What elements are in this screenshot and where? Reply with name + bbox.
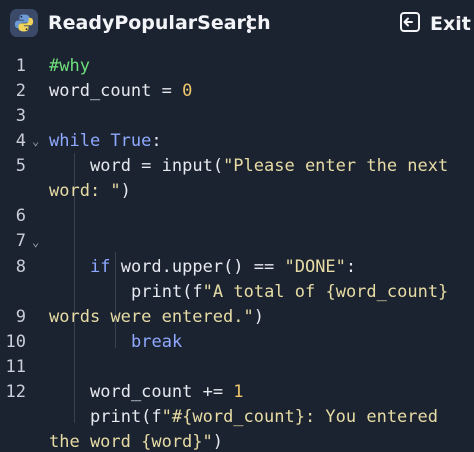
code-text: ): [212, 432, 224, 452]
string-literal: the word {word}": [49, 432, 213, 452]
string-literal: "#{word_count}: You entered: [161, 407, 438, 427]
code-line-4: while True:: [49, 131, 162, 151]
line-number: 4: [15, 131, 26, 151]
number-literal: 1: [233, 382, 244, 402]
kebab-menu-icon[interactable]: [241, 12, 257, 36]
code-line-12: print(f"#{word_count}: You entered: [90, 407, 438, 427]
line-number: 2: [15, 81, 26, 101]
code-line-1: #why: [49, 56, 90, 76]
code-line-7: if word.upper() == "DONE":: [90, 257, 356, 277]
keyword-text: break: [131, 332, 183, 352]
code-text: :: [345, 257, 357, 277]
code-line-8-wrap: words were entered."): [49, 307, 264, 327]
line-number: 11: [5, 357, 26, 377]
fold-chevron-icon[interactable]: ⌄: [32, 134, 39, 148]
code-line-9: break: [131, 332, 182, 352]
code-line-11: word_count += 1: [90, 382, 244, 402]
python-logo-icon[interactable]: [10, 9, 38, 37]
code-text: ): [253, 307, 264, 327]
string-literal: "Please enter the next: [223, 156, 449, 176]
code-line-2: word_count = 0: [49, 81, 192, 101]
exit-icon: [398, 10, 422, 38]
code-line-12-wrap: the word {word}"): [49, 432, 223, 452]
exit-button[interactable]: Exit: [398, 10, 471, 38]
line-number: 6: [15, 206, 26, 226]
string-literal: word: ": [49, 181, 121, 201]
code-text: word = input(: [90, 156, 224, 176]
line-number: 10: [5, 332, 26, 352]
code-text: ): [120, 181, 131, 201]
code-editor[interactable]: 1 2 3 4 5 6 7 8 9 10 11 12 ⌄ ⌄ #why word…: [0, 52, 474, 452]
line-number: 12: [5, 382, 26, 402]
exit-label: Exit: [430, 13, 471, 35]
code-text: word.upper() ==: [110, 257, 285, 277]
code-text: word_count =: [49, 81, 183, 101]
line-number: 5: [15, 156, 26, 176]
line-number: 1: [15, 56, 26, 76]
line-number: 3: [15, 106, 26, 126]
keyword-text: while True: [49, 131, 152, 151]
comment-text: #why: [49, 56, 90, 76]
line-number: 8: [15, 257, 26, 277]
code-text: :: [151, 131, 162, 151]
code-text: word_count +=: [90, 382, 234, 402]
number-literal: 0: [182, 81, 193, 101]
line-number: 9: [15, 307, 26, 327]
string-literal: "A total of {word_count}: [202, 282, 449, 302]
code-line-8: print(f"A total of {word_count}: [131, 282, 448, 302]
code-text: print(f: [131, 282, 203, 302]
code-line-5-wrap: word: "): [49, 181, 131, 201]
keyword-text: if: [90, 257, 111, 277]
line-number: 7: [15, 231, 26, 251]
app-title: ReadyPopularSearch: [48, 12, 271, 34]
code-line-5: word = input("Please enter the next: [90, 156, 448, 176]
top-bar: ReadyPopularSearch Exit: [0, 0, 474, 48]
string-literal: "DONE": [284, 257, 346, 277]
code-text: print(f: [90, 407, 162, 427]
string-literal: words were entered.": [49, 307, 254, 327]
fold-chevron-icon[interactable]: ⌄: [32, 235, 39, 249]
